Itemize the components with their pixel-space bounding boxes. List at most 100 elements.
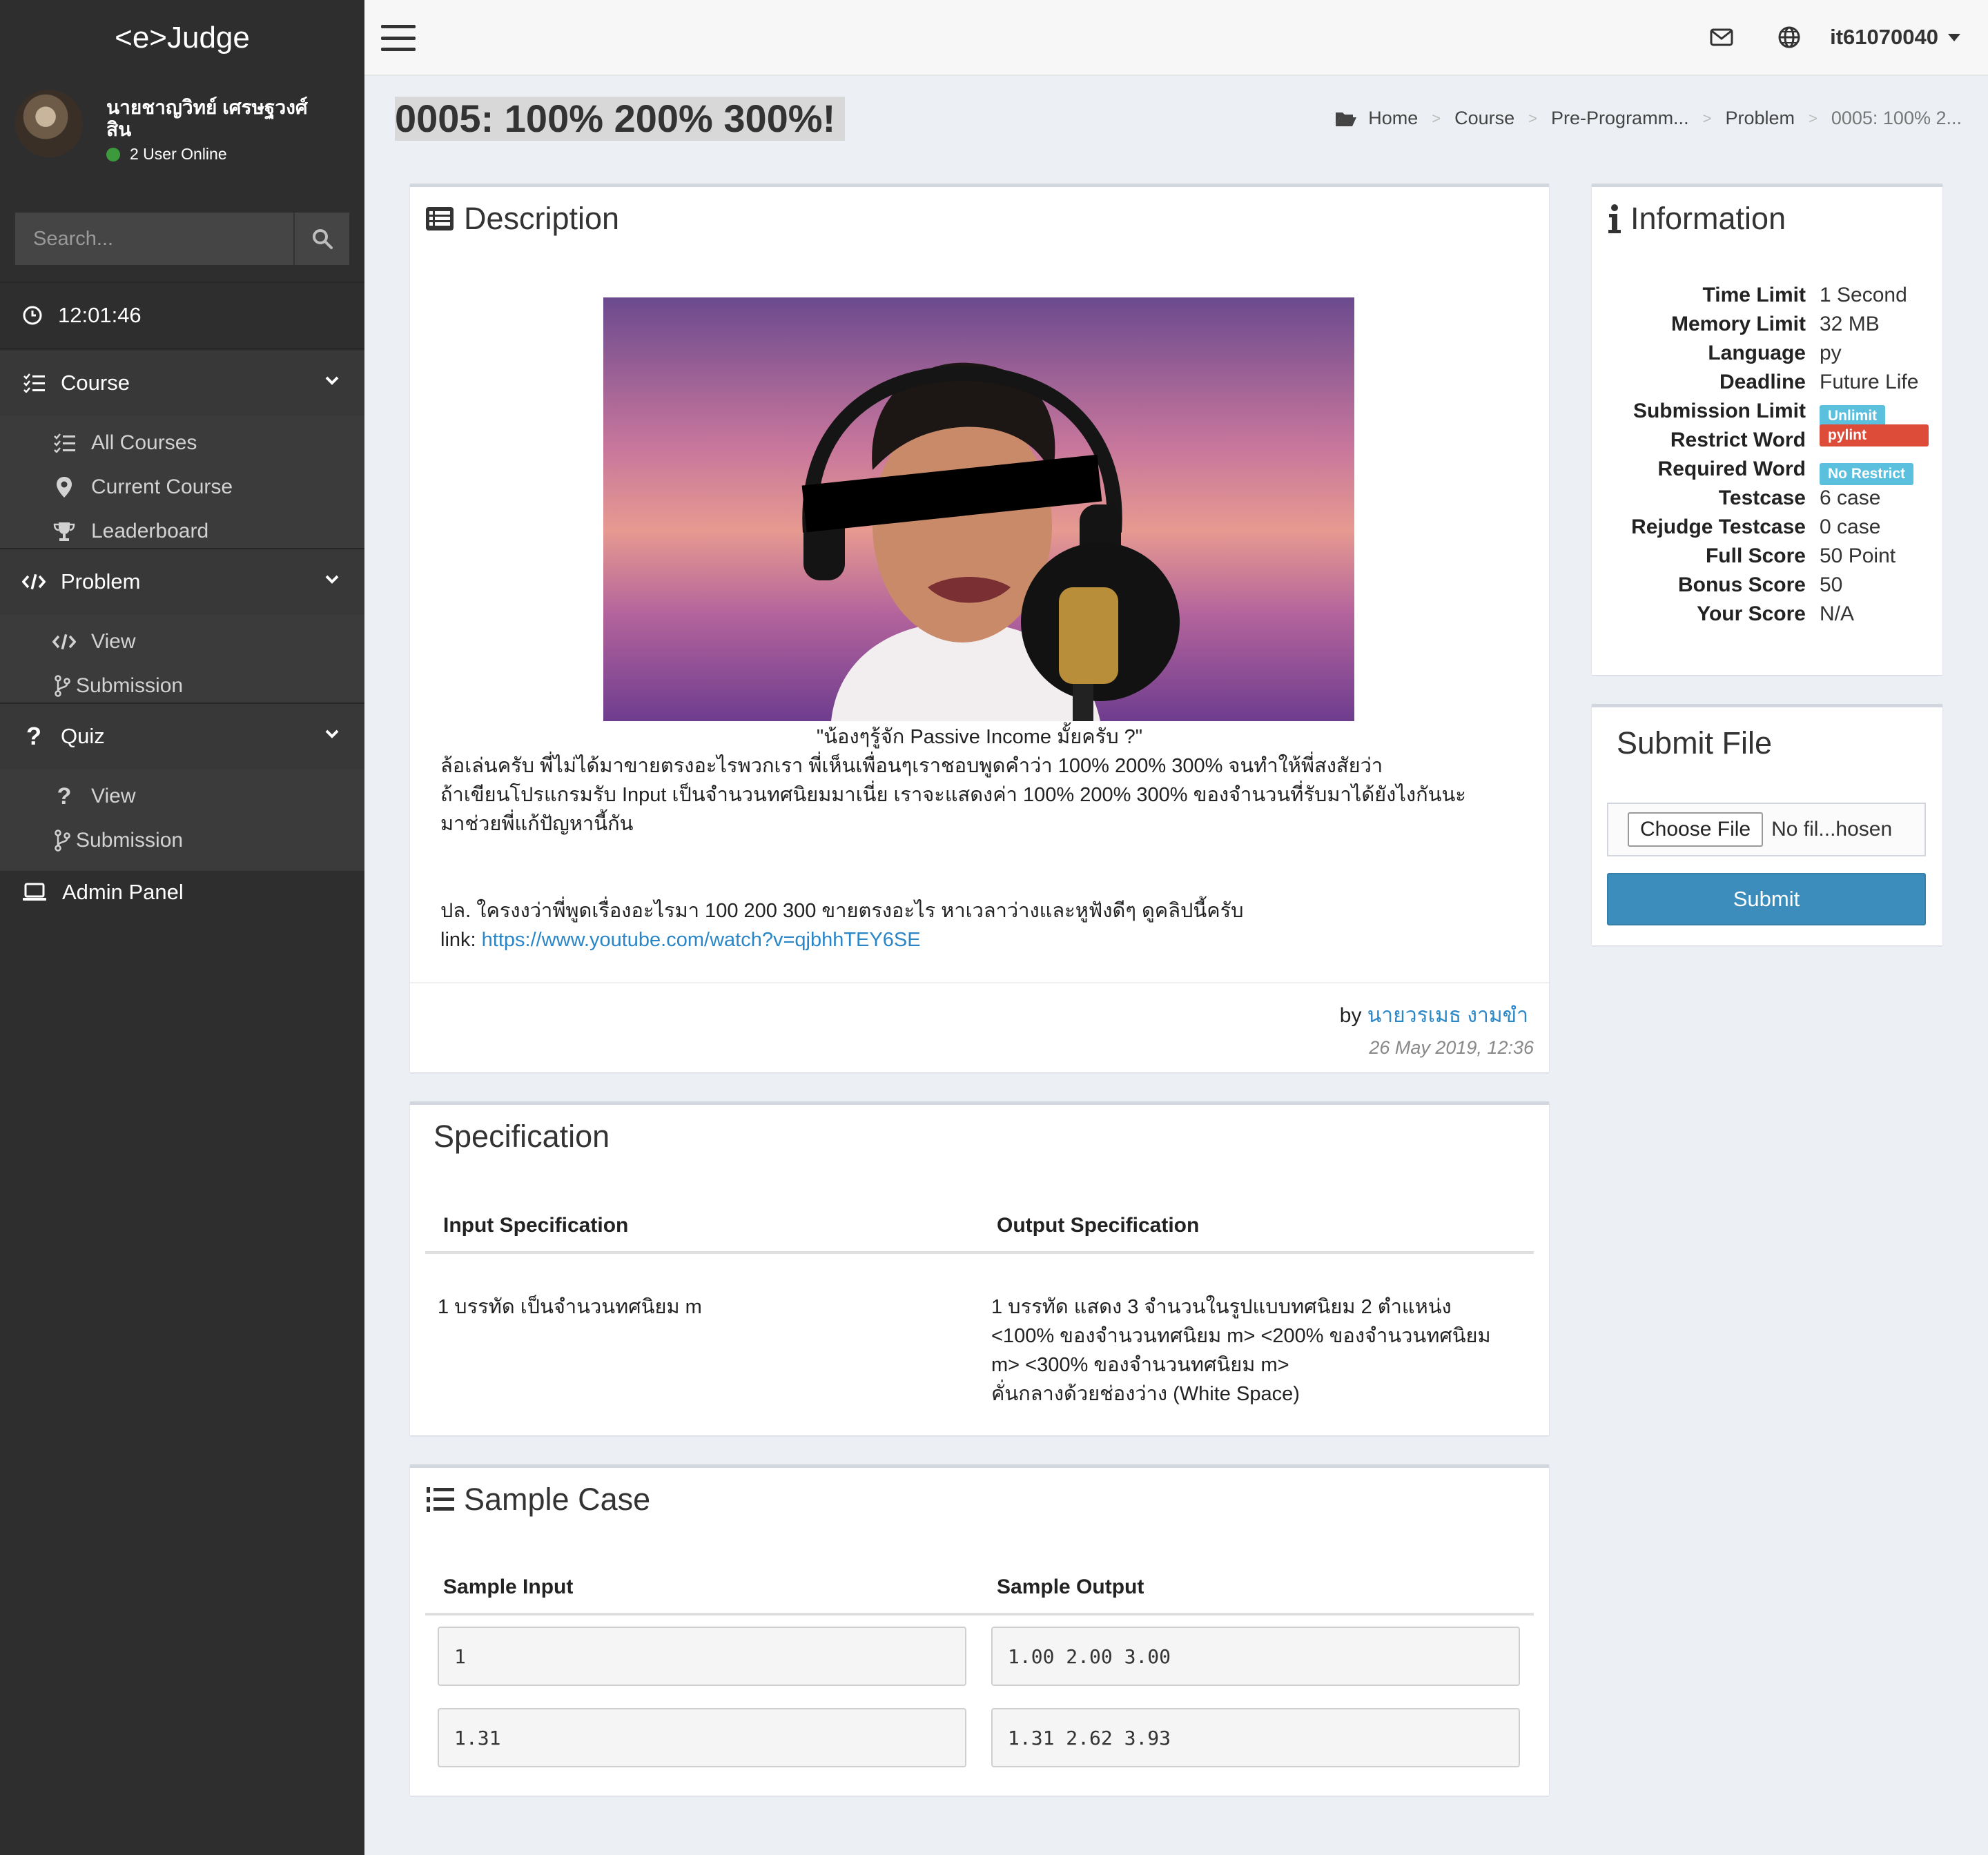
list-alt-icon xyxy=(426,207,454,230)
problem-submenu: View Submission xyxy=(0,614,364,716)
sample-output-2[interactable]: 1.31 2.62 3.93 xyxy=(991,1708,1520,1767)
caret-down-icon xyxy=(1948,33,1960,41)
required-word-badge: No Restrict xyxy=(1820,463,1914,485)
info-value: 32 MB xyxy=(1820,313,1880,335)
sample-output-1[interactable]: 1.00 2.00 3.00 xyxy=(991,1627,1520,1686)
problem-image xyxy=(603,297,1354,721)
sidebar-item-label: Leaderboard xyxy=(91,520,209,542)
sidebar-item-label: All Courses xyxy=(91,431,197,454)
info-key: Time Limit xyxy=(1702,284,1806,306)
sidebar-item-quiz-view[interactable]: ? View xyxy=(0,774,364,818)
menu-course-toggle[interactable]: Course xyxy=(0,351,364,415)
breadcrumb-current: 0005: 100% 2... xyxy=(1831,108,1962,128)
menu-quiz-label: Quiz xyxy=(61,724,105,748)
description-line-1: ล้อเล่นครับ พี่ไม่ได้มาขายตรงอะไรพวกเรา … xyxy=(440,755,1383,777)
envelope-icon[interactable] xyxy=(1709,25,1734,50)
info-row-full-score: Full Score 50 Point xyxy=(1592,544,1942,573)
menu-quiz: ? Quiz ? View Submission xyxy=(0,704,364,871)
person-with-microphone-image xyxy=(801,362,1180,721)
username-label: it61070040 xyxy=(1830,25,1938,49)
description-line-3: มาช่วยพี่แก้ปัญหานี้กัน xyxy=(440,813,634,835)
code-icon xyxy=(22,572,46,591)
output-spec-line-1: 1 บรรทัด แสดง 3 จำนวนในรูปแบบทศนิยม 2 ตำ… xyxy=(991,1296,1452,1318)
info-value: N/A xyxy=(1820,602,1855,625)
output-spec-line-2: <100% ของจำนวนทศนิยม m> <200% ของจำนวนทศ… xyxy=(991,1325,1491,1347)
menu-course: Course All Courses Current Course Leader… xyxy=(0,351,364,562)
sample-input-2[interactable]: 1.31 xyxy=(438,1708,966,1767)
globe-icon[interactable] xyxy=(1777,25,1802,50)
info-row-memory-limit: Memory Limit 32 MB xyxy=(1592,313,1942,342)
sidebar-item-label: View xyxy=(91,630,136,653)
submit-button[interactable]: Submit xyxy=(1607,873,1926,925)
restrict-word-badge: pylint xyxy=(1820,424,1929,446)
search-button[interactable] xyxy=(293,213,349,265)
folder-open-icon xyxy=(1336,112,1357,126)
sample-output-header: Sample Output xyxy=(997,1576,1144,1598)
sidebar-search xyxy=(15,213,349,265)
choose-file-button[interactable]: Choose File xyxy=(1628,812,1764,847)
breadcrumb-course-name[interactable]: Pre-Programm... xyxy=(1551,108,1689,129)
search-input[interactable] xyxy=(15,213,293,265)
info-icon xyxy=(1608,204,1621,233)
sidebar-item-current-course[interactable]: Current Course xyxy=(0,465,364,509)
sidebar-item-label: Submission xyxy=(76,829,184,852)
breadcrumb-course[interactable]: Course xyxy=(1454,108,1514,129)
breadcrumb-separator: > xyxy=(1702,109,1712,127)
sidebar-item-admin-panel[interactable]: Admin Panel xyxy=(0,861,364,923)
online-count: 2 User Online xyxy=(130,145,227,163)
info-key: Memory Limit xyxy=(1670,313,1806,335)
menu-problem-toggle[interactable]: Problem xyxy=(0,549,364,614)
posted-date: 26 May 2019, 12:36 xyxy=(1369,1037,1534,1058)
file-input: Choose File No fil...hosen xyxy=(1607,803,1926,856)
user-menu-dropdown[interactable]: it61070040 xyxy=(1830,25,1960,50)
info-value: 6 case xyxy=(1820,487,1881,509)
info-row-language: Language py xyxy=(1592,342,1942,371)
code-icon xyxy=(52,632,76,651)
course-submenu: All Courses Current Course Leaderboard xyxy=(0,415,364,562)
brand-logo[interactable]: <e>Judge xyxy=(0,0,364,76)
specification-title: Specification xyxy=(433,1119,610,1154)
sidebar-item-quiz-submission[interactable]: Submission xyxy=(0,818,364,863)
menu-problem-label: Problem xyxy=(61,569,141,593)
sample-case-title: Sample Case xyxy=(464,1482,651,1517)
image-caption: "น้องๆรู้จัก Passive Income มั้ยครับ ?" xyxy=(816,726,1143,748)
menu-quiz-toggle[interactable]: ? Quiz xyxy=(0,704,364,769)
search-icon xyxy=(312,229,333,249)
breadcrumb: Home > Course > Pre-Programm... > Proble… xyxy=(1335,108,1962,129)
sidebar-item-problem-submission[interactable]: Submission xyxy=(0,664,364,708)
info-value: 50 Point xyxy=(1820,544,1896,567)
information-box: Information Time Limit 1 Second Memory Li… xyxy=(1592,184,1942,675)
divider xyxy=(0,348,364,349)
output-spec-line-3: m> <300% ของจำนวนทศนิยม m> xyxy=(991,1354,1289,1376)
info-value: py xyxy=(1820,342,1842,364)
breadcrumb-home[interactable]: Home xyxy=(1368,108,1418,129)
info-key: Required Word xyxy=(1657,458,1806,480)
admin-panel-label: Admin Panel xyxy=(62,880,184,904)
submit-file-box: Submit File Choose File No fil...hosen S… xyxy=(1592,704,1942,945)
author-link[interactable]: นายวรเมธ งามขำ xyxy=(1367,1004,1528,1027)
description-header: Description xyxy=(425,201,619,237)
avatar xyxy=(15,90,83,157)
info-row-rejudge-testcase: Rejudge Testcase 0 case xyxy=(1592,516,1942,544)
code-branch-icon xyxy=(52,830,72,852)
sidebar-item-problem-view[interactable]: View xyxy=(0,620,364,664)
sidebar-item-label: View xyxy=(91,785,136,807)
sample-input-1[interactable]: 1 xyxy=(438,1627,966,1686)
info-row-bonus-score: Bonus Score 50 xyxy=(1592,573,1942,602)
sidebar-item-leaderboard[interactable]: Leaderboard xyxy=(0,509,364,553)
breadcrumb-separator: > xyxy=(1432,109,1441,127)
quiz-submenu: ? View Submission xyxy=(0,769,364,871)
chevron-down-icon xyxy=(325,729,339,738)
clock: 12:01:46 xyxy=(0,284,364,346)
info-key: Full Score xyxy=(1705,544,1806,567)
breadcrumb-problem[interactable]: Problem xyxy=(1725,108,1795,129)
laptop-icon xyxy=(23,883,46,901)
sidebar-item-all-courses[interactable]: All Courses xyxy=(0,421,364,465)
youtube-link[interactable]: https://www.youtube.com/watch?v=qjbhhTEY… xyxy=(482,929,921,951)
menu-toggle-button[interactable] xyxy=(381,25,416,51)
input-spec-header: Input Specification xyxy=(443,1214,629,1237)
clock-time: 12:01:46 xyxy=(58,303,142,327)
list-check-icon xyxy=(22,373,46,393)
info-row-testcase: Testcase 6 case xyxy=(1592,487,1942,516)
input-spec-text: 1 บรรทัด เป็นจำนวนทศนิยม m xyxy=(438,1296,702,1318)
